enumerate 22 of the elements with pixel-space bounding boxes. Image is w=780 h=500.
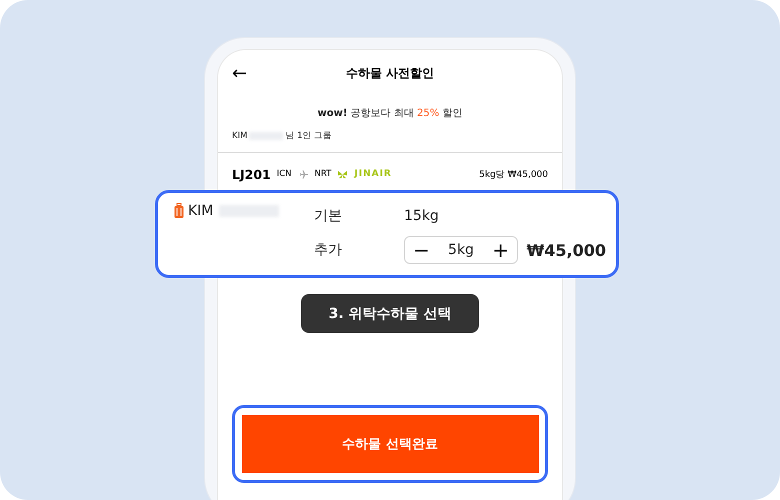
airline-logo: JINAIR [354,169,392,179]
suitcase-icon [174,203,184,219]
group-name: KIM [232,131,248,141]
extra-weight: 5kg [448,242,474,258]
base-label: 기본 [314,207,343,225]
back-button[interactable]: ← [232,62,256,84]
flight-number: LJ201 [232,166,271,182]
total-price: ₩45,000 [526,240,606,260]
promo-text: wow! 공항보다 최대 25% 할인 [316,107,464,120]
decrease-button[interactable]: − [413,238,430,262]
price-per-unit: 5kg당 ₩45,000 [479,168,548,180]
passenger-name: KIM [188,203,214,219]
step-tooltip: 3. 위탁수하물 선택 [301,294,479,333]
increase-button[interactable]: + [492,238,509,262]
group-label: 님 1인 그룹 [285,130,332,142]
airplane-icon [298,168,309,180]
butterfly-icon [337,170,348,178]
origin-code: ICN [276,169,292,179]
base-weight: 15kg [404,208,440,224]
extra-label: 추가 [314,241,343,259]
destination-code: NRT [314,169,332,179]
screen-title: 수하물 사전할인 [344,64,436,82]
